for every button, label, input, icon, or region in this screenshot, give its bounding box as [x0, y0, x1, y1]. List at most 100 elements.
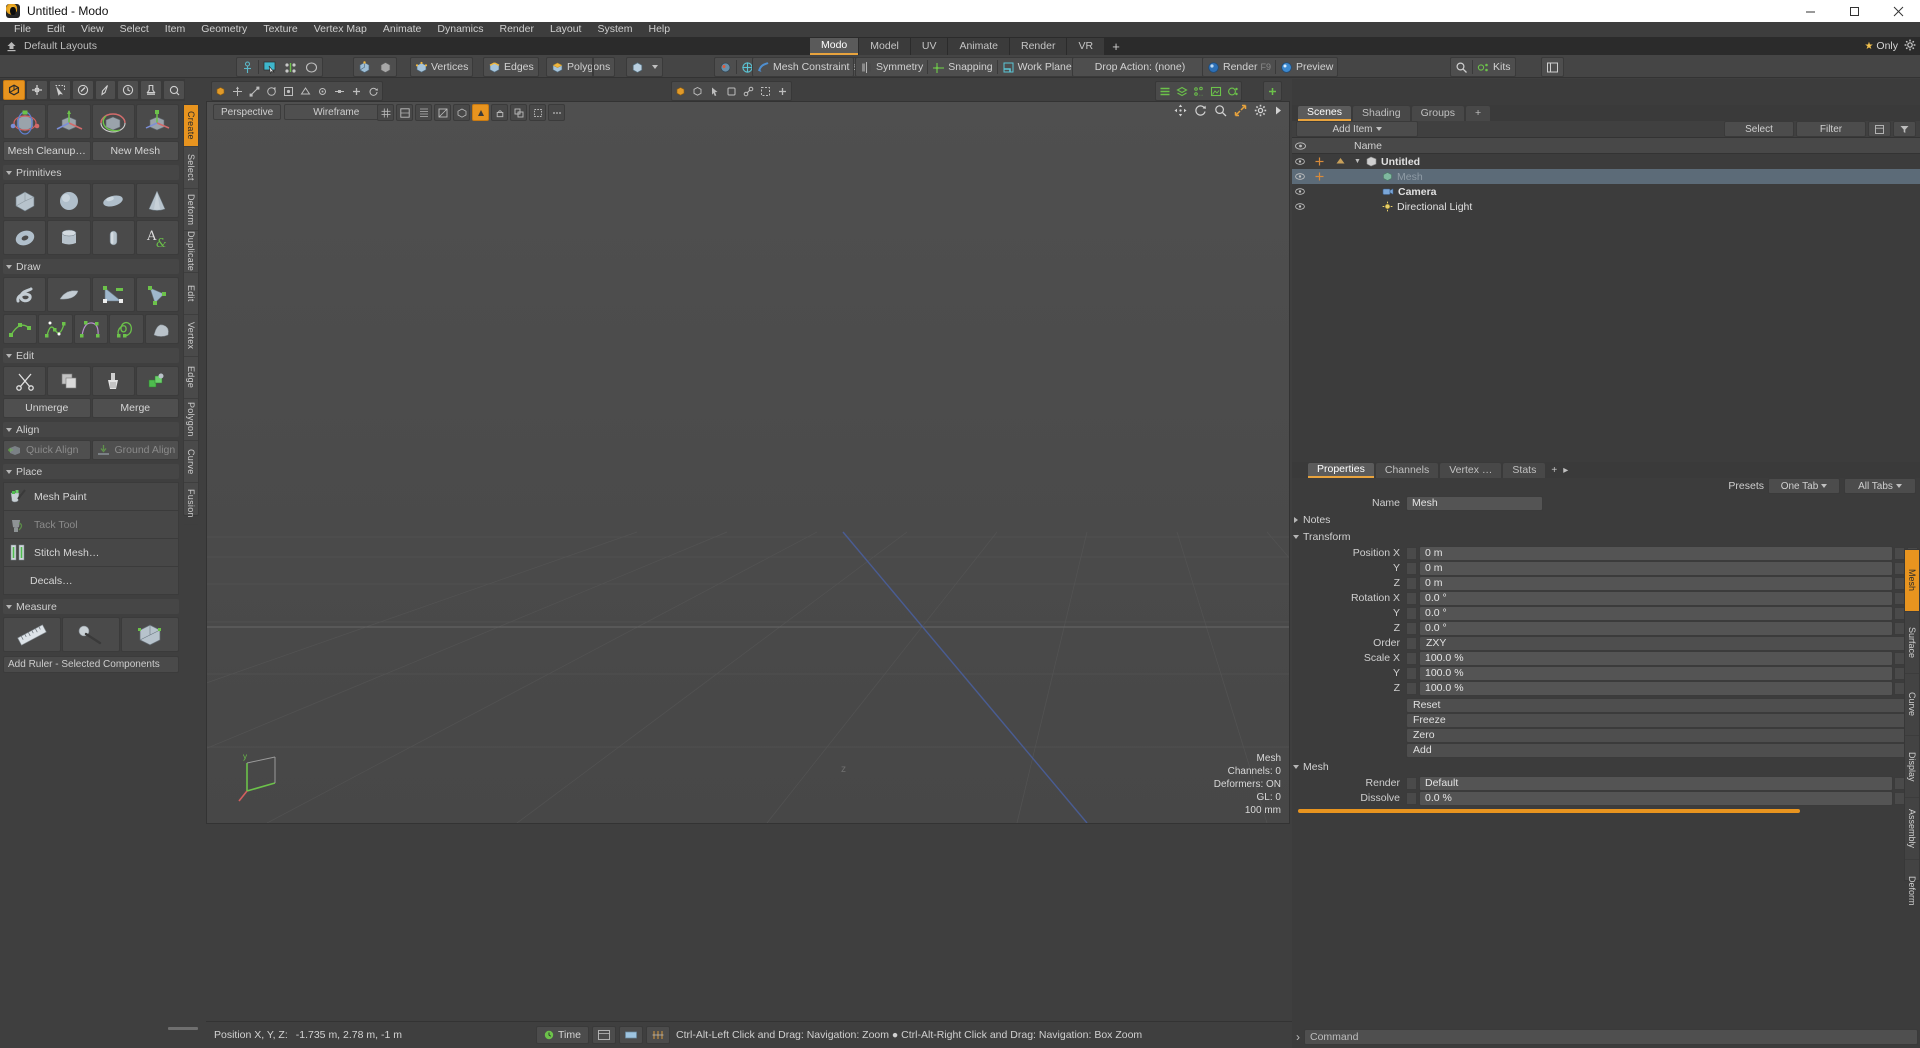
mesh-paint-item[interactable]: Mesh Paint	[3, 482, 179, 511]
notes-section[interactable]: Notes	[1294, 513, 1920, 527]
snapping-button[interactable]: Snapping	[928, 58, 996, 76]
mode-strip-deform[interactable]: Deform	[184, 189, 198, 231]
mode-polygons-button[interactable]: Polygons	[547, 58, 614, 76]
menu-item-layout[interactable]: Layout	[542, 22, 590, 37]
rotate-view-icon[interactable]	[1194, 104, 1207, 120]
zoom-icon[interactable]	[1214, 104, 1227, 120]
add-viewport-button[interactable]	[1263, 81, 1282, 101]
triangle-draw-icon[interactable]	[92, 277, 135, 312]
layout-tab-vr[interactable]: VR	[1067, 38, 1104, 55]
capsule-primitive-icon[interactable]	[92, 220, 135, 255]
property-channel-toggle[interactable]	[1406, 652, 1417, 665]
symmetry-button[interactable]: Symmetry	[856, 58, 927, 76]
move-tool-icon[interactable]	[26, 80, 48, 100]
action-dropdown-add[interactable]: Add	[1406, 743, 1917, 758]
property-value-field[interactable]: Default	[1419, 776, 1893, 791]
refresh-icon[interactable]	[365, 83, 382, 100]
shader-icon[interactable]	[1224, 83, 1241, 100]
prop-tab-vertex[interactable]: Vertex …	[1440, 463, 1501, 478]
center-icon[interactable]	[314, 83, 331, 100]
order-dropdown[interactable]: ZXY	[1419, 636, 1917, 651]
3d-viewport[interactable]: z x Perspective Wireframe	[206, 101, 1290, 824]
mode-strip-vertex[interactable]: Vertex	[184, 315, 198, 357]
prop-tab-properties[interactable]: Properties	[1308, 463, 1374, 478]
render-button[interactable]: Render F9	[1203, 58, 1275, 76]
paint-brush-icon[interactable]	[92, 366, 135, 396]
cone-primitive-icon[interactable]	[136, 183, 179, 218]
property-value-field[interactable]: 100.0 %	[1419, 651, 1893, 666]
action-dropdown-zero[interactable]: Zero	[1406, 728, 1917, 743]
lock-icon[interactable]	[491, 104, 508, 121]
action-dropdown-reset[interactable]: Reset	[1406, 698, 1917, 713]
right-vertical-tab-curve[interactable]: Curve	[1905, 674, 1919, 736]
list-view-icon[interactable]	[1156, 83, 1173, 100]
home-icon[interactable]	[0, 37, 22, 55]
link-icon[interactable]	[740, 83, 757, 100]
toolbar-panel-button[interactable]	[1541, 57, 1564, 77]
eye-icon[interactable]	[1292, 158, 1308, 165]
menu-item-geometry[interactable]: Geometry	[193, 22, 255, 37]
mode-strip-select[interactable]: Select	[184, 147, 198, 189]
viewport-select-icon[interactable]	[212, 83, 229, 100]
item-cube-icon[interactable]	[627, 58, 648, 76]
property-value-field[interactable]: 0.0 °	[1419, 621, 1893, 636]
mesh-ops-icon[interactable]	[136, 366, 179, 396]
mode-strip-polygon[interactable]: Polygon	[184, 399, 198, 441]
move-gizmo-icon[interactable]	[47, 104, 90, 139]
shading-dropdown[interactable]: Wireframe	[284, 104, 388, 120]
section-header-place[interactable]: Place	[3, 464, 179, 479]
image-icon[interactable]	[1207, 83, 1224, 100]
falloff-center-icon[interactable]	[237, 58, 258, 76]
command-input[interactable]: Command	[1304, 1029, 1918, 1045]
layout-tab-render[interactable]: Render	[1010, 38, 1066, 55]
ruler-icon[interactable]	[3, 617, 61, 652]
section-header-align[interactable]: Align	[3, 422, 179, 437]
all-tabs-button[interactable]: All Tabs	[1844, 478, 1916, 494]
merge-button[interactable]: Merge	[92, 398, 180, 418]
grid-icon[interactable]	[377, 104, 394, 121]
cube-primitive-icon[interactable]	[3, 183, 46, 218]
right-vertical-tab-surface[interactable]: Surface	[1905, 612, 1919, 674]
mode-strip-create[interactable]: Create	[184, 105, 198, 147]
wrench-tool-icon[interactable]	[163, 80, 185, 100]
cube-tool-icon[interactable]	[3, 80, 25, 100]
section-header-measure[interactable]: Measure	[3, 599, 179, 614]
work-plane-button[interactable]: Work Plane	[998, 58, 1076, 76]
right-vertical-tab-assembly[interactable]: Assembly	[1905, 798, 1919, 860]
mode-strip-fusion[interactable]: Fusion	[184, 483, 198, 525]
property-value-field[interactable]: 0 m	[1419, 576, 1893, 591]
search-icon[interactable]	[1451, 58, 1472, 76]
section-header-primitives[interactable]: Primitives	[3, 165, 179, 180]
scene-tab-groups[interactable]: Groups	[1412, 106, 1464, 121]
duplicate-icon[interactable]	[47, 366, 90, 396]
ghost-icon[interactable]	[529, 104, 546, 121]
mode-edges-button[interactable]: Edges	[484, 58, 538, 76]
menu-item-edit[interactable]: Edit	[39, 22, 73, 37]
protractor-icon[interactable]	[62, 617, 120, 652]
mode-strip-curve[interactable]: Curve	[184, 441, 198, 483]
items-dots-icon[interactable]: ...	[1190, 83, 1207, 100]
expand-arrow-icon[interactable]	[1274, 105, 1283, 119]
transform-section[interactable]: Transform	[1294, 530, 1920, 544]
gear-icon[interactable]	[1904, 39, 1916, 54]
snap-icon[interactable]	[331, 83, 348, 100]
scene-tab-scenes[interactable]: Scenes	[1298, 106, 1351, 121]
rotate-icon[interactable]	[263, 83, 280, 100]
curve-draw-icon[interactable]	[3, 314, 37, 344]
add-icon[interactable]	[348, 83, 365, 100]
object-paint-icon[interactable]	[723, 83, 740, 100]
menu-item-texture[interactable]: Texture	[255, 22, 305, 37]
maximize-button[interactable]	[1832, 0, 1876, 22]
property-value-field[interactable]: 0 m	[1419, 546, 1893, 561]
backface-icon[interactable]	[434, 104, 451, 121]
time-button[interactable]: Time	[536, 1026, 589, 1044]
arrow-tool-icon[interactable]	[706, 83, 723, 100]
lasso-icon[interactable]	[301, 58, 322, 76]
menu-item-select[interactable]: Select	[112, 22, 157, 37]
scrollbar-handle[interactable]	[168, 1027, 198, 1030]
mode-strip-duplicate[interactable]: Duplicate	[184, 231, 198, 273]
menu-item-dynamics[interactable]: Dynamics	[429, 22, 491, 37]
property-value-field[interactable]: 0.0 %	[1419, 791, 1893, 806]
menu-item-render[interactable]: Render	[492, 22, 542, 37]
panel-icon[interactable]	[1542, 58, 1563, 76]
